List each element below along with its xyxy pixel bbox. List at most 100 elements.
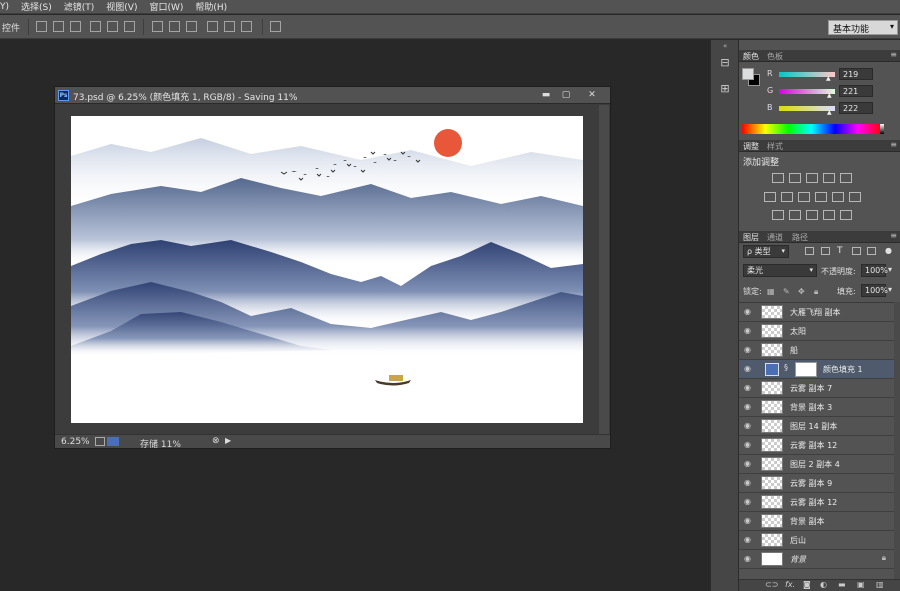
link-icon[interactable]: ⊂⊃ [765, 580, 778, 589]
zoom-level[interactable]: 6.25% [61, 437, 90, 447]
auto-align-icon[interactable] [270, 21, 281, 32]
history-icon[interactable]: ⊟ [717, 56, 733, 72]
workspace-select[interactable]: 基本功能 ▾ [828, 20, 898, 35]
menu-item-type[interactable]: Y) [0, 2, 9, 12]
tab-layers[interactable]: 图层 [743, 232, 759, 243]
filter-shape-icon[interactable] [852, 247, 861, 255]
layer-row[interactable]: ◉ 背景 🔒︎ [739, 550, 894, 569]
green-value-input[interactable]: 221 [839, 85, 873, 97]
layer-row[interactable]: ◉ 云雾 副本 7 [739, 379, 894, 398]
layer-row[interactable]: ◉ 大雁飞翔 副本 [739, 303, 894, 322]
vertical-scrollbar[interactable] [599, 105, 609, 435]
menu-item-help[interactable]: 帮助(H) [195, 0, 227, 13]
filter-pixel-icon[interactable] [805, 247, 814, 255]
menu-item-filter[interactable]: 滤镜(T) [64, 0, 95, 13]
bw-ramp[interactable] [880, 124, 884, 134]
play-icon[interactable]: ▶ [225, 436, 231, 445]
exposure-icon[interactable] [823, 173, 835, 183]
filter-type-icon[interactable]: T [837, 246, 843, 256]
close-button[interactable]: ✕ [583, 89, 601, 101]
color-lookup-icon[interactable] [849, 192, 861, 202]
align-vcenter-icon[interactable] [53, 21, 64, 32]
layer-filter-select[interactable]: ρ 类型 ▾ [743, 245, 789, 258]
filter-smart-icon[interactable] [867, 247, 876, 255]
visibility-eye-icon[interactable]: ◉ [744, 516, 754, 526]
layer-row[interactable]: ◉ 船 [739, 341, 894, 360]
lock-all-icon[interactable]: 🔒︎ [814, 287, 818, 297]
visibility-eye-icon[interactable]: ◉ [744, 440, 754, 450]
maximize-button[interactable]: ▢ [557, 89, 575, 101]
chevron-down-icon[interactable]: ▾ [888, 285, 892, 294]
invert-icon[interactable] [772, 210, 784, 220]
visibility-eye-icon[interactable]: ◉ [744, 364, 754, 374]
visibility-eye-icon[interactable]: ◉ [744, 383, 754, 393]
layer-row[interactable]: ◉ 后山 [739, 531, 894, 550]
trash-icon[interactable]: ▥ [876, 580, 884, 589]
foreground-color-swatch[interactable] [742, 68, 754, 80]
curves-icon[interactable] [806, 173, 818, 183]
green-slider-handle[interactable]: ▲ [827, 92, 832, 99]
visibility-eye-icon[interactable]: ◉ [744, 402, 754, 412]
cancel-icon[interactable]: ⊗ [212, 436, 220, 446]
hue-saturation-icon[interactable] [764, 192, 776, 202]
black-white-icon[interactable] [798, 192, 810, 202]
channel-mixer-icon[interactable] [832, 192, 844, 202]
brightness-icon[interactable] [772, 173, 784, 183]
chevron-down-icon[interactable]: ▾ [888, 265, 892, 274]
menu-item-select[interactable]: 选择(S) [21, 0, 52, 13]
blend-mode-select[interactable]: 柔光 ▾ [743, 264, 817, 277]
threshold-icon[interactable] [806, 210, 818, 220]
minimize-button[interactable]: ▬ [537, 89, 555, 101]
distribute-hcenter-icon[interactable] [224, 21, 235, 32]
chain-link-icon[interactable]: § [784, 363, 788, 372]
layer-row[interactable]: ◉ 图层 2 副本 4 [739, 455, 894, 474]
document-title-bar[interactable]: Ps 73.psd @ 6.25% (颜色填充 1, RGB/8) - Savi… [55, 87, 610, 104]
filter-adjustment-icon[interactable] [821, 247, 830, 255]
color-balance-icon[interactable] [781, 192, 793, 202]
fill-input[interactable]: 100% [861, 284, 888, 297]
gradient-map-icon[interactable] [823, 210, 835, 220]
panel-menu-icon[interactable]: ≡ [890, 140, 897, 149]
visibility-eye-icon[interactable]: ◉ [744, 326, 754, 336]
visibility-eye-icon[interactable]: ◉ [744, 554, 754, 564]
visibility-eye-icon[interactable]: ◉ [744, 497, 754, 507]
canvas-image[interactable] [71, 116, 583, 423]
photo-filter-icon[interactable] [815, 192, 827, 202]
layer-row-selected[interactable]: ◉ § 颜色填充 1 [739, 360, 894, 379]
distribute-vcenter-icon[interactable] [169, 21, 180, 32]
visibility-eye-icon[interactable]: ◉ [744, 345, 754, 355]
layer-row[interactable]: ◉ 云雾 副本 12 [739, 493, 894, 512]
new-layer-icon[interactable]: ▣ [857, 580, 865, 589]
layer-row[interactable]: ◉ 图层 14 副本 [739, 417, 894, 436]
visibility-eye-icon[interactable]: ◉ [744, 535, 754, 545]
tab-swatches[interactable]: 色板 [767, 51, 783, 62]
align-left-icon[interactable] [90, 21, 101, 32]
mask-icon[interactable]: ◙ [803, 580, 811, 589]
distribute-bottom-icon[interactable] [186, 21, 197, 32]
selective-color-icon[interactable] [840, 210, 852, 220]
properties-icon[interactable]: ⊞ [717, 82, 733, 98]
lock-position-icon[interactable]: ✥ [798, 287, 805, 296]
red-value-input[interactable]: 219 [839, 68, 873, 80]
color-spectrum[interactable] [742, 124, 884, 134]
tab-paths[interactable]: 路径 [792, 232, 808, 243]
align-right-icon[interactable] [124, 21, 135, 32]
menu-item-window[interactable]: 窗口(W) [149, 0, 183, 13]
distribute-right-icon[interactable] [241, 21, 252, 32]
blue-slider-handle[interactable]: ▲ [827, 109, 832, 116]
distribute-top-icon[interactable] [152, 21, 163, 32]
align-top-icon[interactable] [36, 21, 47, 32]
layer-row[interactable]: ◉ 云雾 副本 9 [739, 474, 894, 493]
layer-mask-thumbnail[interactable] [795, 362, 817, 377]
layer-row[interactable]: ◉ 云雾 副本 12 [739, 436, 894, 455]
layer-row[interactable]: ◉ 背景 副本 [739, 512, 894, 531]
panel-menu-icon[interactable]: ≡ [890, 50, 897, 59]
tab-channels[interactable]: 通道 [767, 232, 783, 243]
tab-adjustments[interactable]: 调整 [743, 141, 759, 152]
visibility-eye-icon[interactable]: ◉ [744, 421, 754, 431]
visibility-eye-icon[interactable]: ◉ [744, 459, 754, 469]
vibrance-icon[interactable] [840, 173, 852, 183]
red-slider-handle[interactable]: ▲ [826, 75, 831, 82]
tab-color[interactable]: 颜色 [743, 51, 759, 62]
filter-toggle-icon[interactable]: ● [885, 246, 892, 255]
